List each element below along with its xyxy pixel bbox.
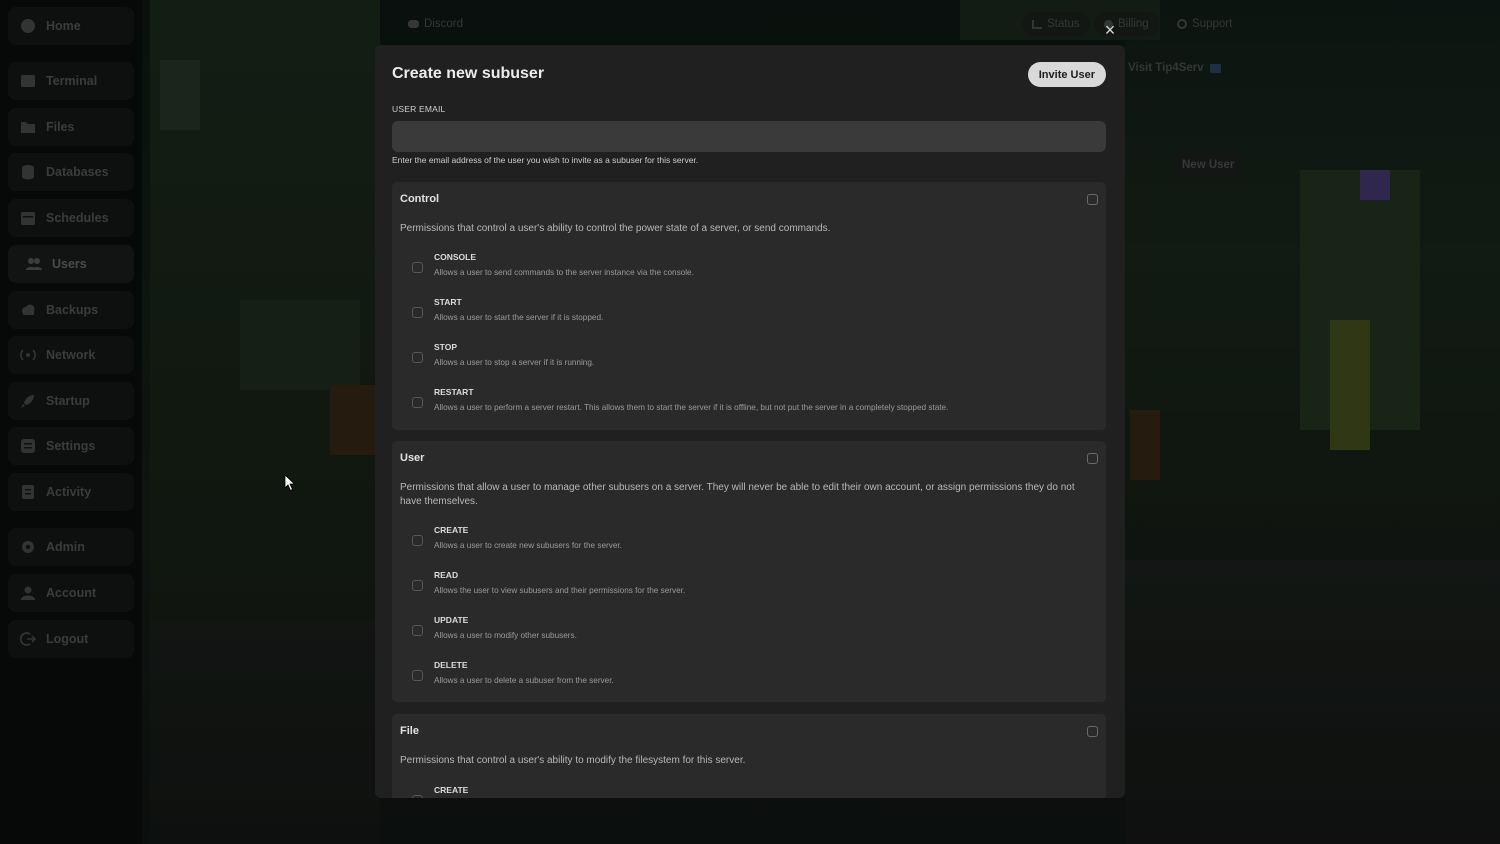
permission-row-update[interactable]: UPDATE Allows a user to modify other sub…	[400, 615, 1090, 651]
email-field[interactable]	[392, 121, 1106, 152]
permission-group-control: Control Permissions that control a user'…	[392, 182, 1106, 430]
permission-checkbox[interactable]	[412, 352, 423, 363]
modal-title: Create new subuser	[392, 65, 545, 82]
permission-checkbox[interactable]	[412, 670, 423, 681]
permission-group-description: Permissions that allow a user to manage …	[400, 482, 1075, 507]
permission-checkbox[interactable]	[412, 535, 423, 546]
permission-checkbox[interactable]	[412, 580, 423, 591]
email-help-text: Enter the email address of the user you …	[392, 155, 699, 165]
permission-row-restart[interactable]: RESTART Allows a user to perform a serve…	[400, 387, 1090, 423]
group-select-all-checkbox[interactable]	[1087, 194, 1098, 205]
permission-row-create[interactable]: CREATE Allows a user to create new subus…	[400, 525, 1090, 561]
email-label: USER EMAIL	[392, 104, 446, 114]
close-icon[interactable]: ×	[1101, 21, 1119, 39]
permission-group-title: File	[400, 725, 419, 737]
permission-group-file: File Permissions that control a user's a…	[392, 714, 1106, 798]
permission-checkbox[interactable]	[412, 397, 423, 408]
permission-checkbox[interactable]	[412, 795, 423, 798]
permission-row-stop[interactable]: STOP Allows a user to stop a server if i…	[400, 342, 1090, 378]
permission-row-start[interactable]: START Allows a user to start the server …	[400, 297, 1090, 333]
group-select-all-checkbox[interactable]	[1087, 726, 1098, 737]
invite-user-button[interactable]: Invite User	[1027, 62, 1106, 87]
permission-row-delete[interactable]: DELETE Allows a user to delete a subuser…	[400, 660, 1090, 696]
permission-group-title: User	[400, 452, 425, 464]
group-select-all-checkbox[interactable]	[1087, 453, 1098, 464]
permission-checkbox[interactable]	[412, 625, 423, 636]
permission-group-title: Control	[400, 193, 440, 205]
create-subuser-modal: Create new subuser Invite User USER EMAI…	[375, 45, 1125, 798]
permission-checkbox[interactable]	[412, 307, 423, 318]
mouse-cursor-icon	[284, 474, 296, 492]
permission-group-description: Permissions that control a user's abilit…	[400, 223, 831, 234]
permission-group-user: User Permissions that allow a user to ma…	[392, 441, 1106, 702]
permission-checkbox[interactable]	[412, 262, 423, 273]
permission-group-description: Permissions that control a user's abilit…	[400, 755, 746, 766]
permission-row-read[interactable]: READ Allows the user to view subusers an…	[400, 570, 1090, 606]
permission-row-create[interactable]: CREATE	[400, 785, 1090, 798]
permission-row-console[interactable]: CONSOLE Allows a user to send commands t…	[400, 252, 1090, 288]
